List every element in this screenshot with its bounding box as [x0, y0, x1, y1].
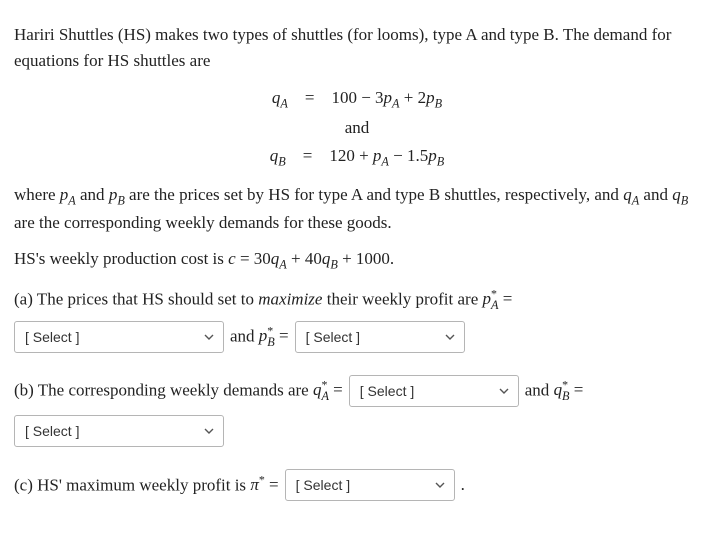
select-qB-star[interactable]: [ Select ] [14, 415, 224, 447]
select-pA-star[interactable]: [ Select ] [14, 321, 224, 353]
intro-text: Hariri Shuttles (HS) makes two types of … [14, 22, 700, 75]
part-c: (c) HS' maximum weekly profit is π* = [ … [14, 469, 700, 501]
part-b: (b) The corresponding weekly demands are… [14, 375, 700, 407]
and-label-b: and q*B = [525, 376, 584, 406]
select-pB-star[interactable]: [ Select ] [295, 321, 465, 353]
select-pi-star[interactable]: [ Select ] [285, 469, 455, 501]
where-text: where pA and pB are the prices set by HS… [14, 182, 700, 237]
select-qA-star[interactable]: [ Select ] [349, 375, 519, 407]
demand-equations: qA = 100 − 3pA + 2pB and qB = 120 + pA −… [14, 85, 700, 172]
part-a: (a) The prices that HS should set to max… [14, 285, 700, 315]
cost-text: HS's weekly production cost is c = 30qA … [14, 246, 700, 274]
and-label: and p*B = [230, 322, 289, 352]
period: . [461, 472, 465, 498]
